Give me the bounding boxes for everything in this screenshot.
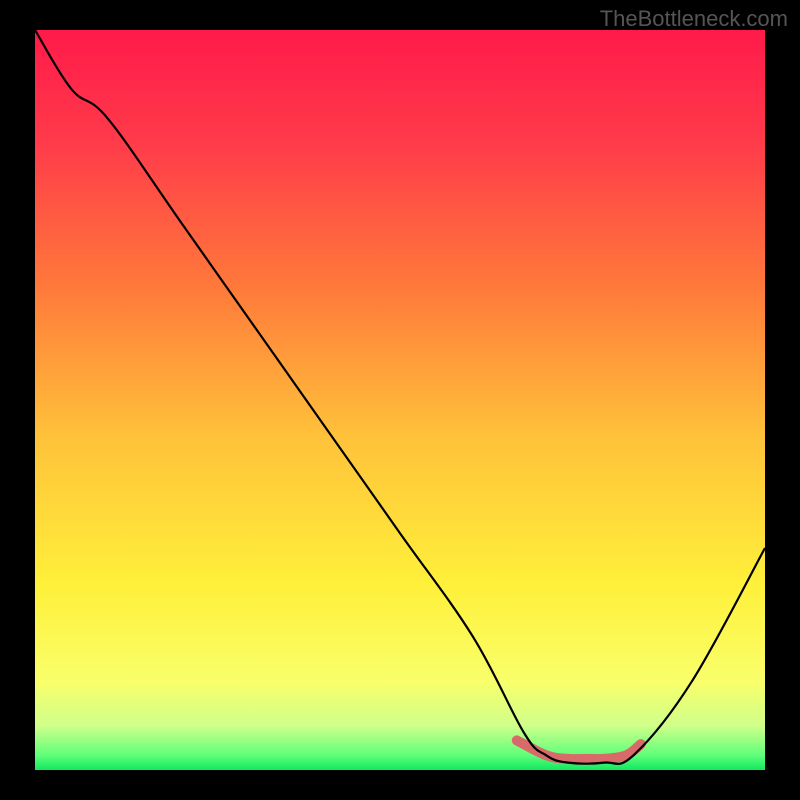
bottleneck-curve	[35, 30, 765, 764]
curve-layer	[35, 30, 765, 770]
watermark-text: TheBottleneck.com	[600, 6, 788, 32]
chart-plot-area	[35, 30, 765, 770]
